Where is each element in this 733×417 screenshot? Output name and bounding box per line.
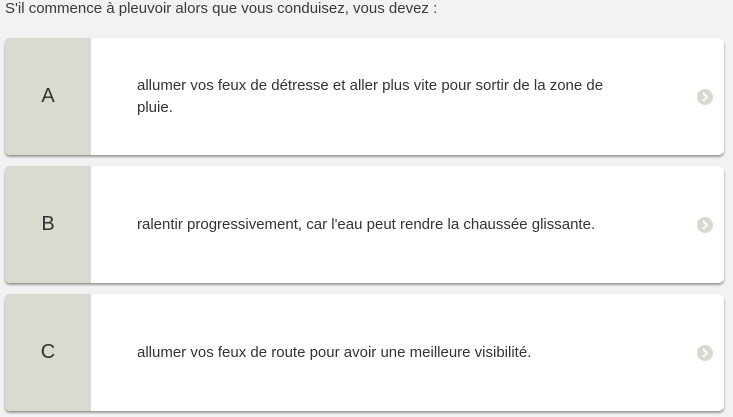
question-text: S'il commence à pleuvoir alors que vous … [5, 0, 438, 17]
option-letter-panel: A [5, 38, 91, 155]
chevron-right-icon [697, 344, 713, 361]
option-letter-panel: B [5, 166, 91, 283]
chevron-right-icon [697, 88, 713, 105]
answer-option-a[interactable]: A allumer vos feux de détresse et aller … [5, 38, 724, 155]
option-letter: C [40, 341, 56, 363]
option-text: ralentir progressivement, car l'eau peut… [137, 215, 596, 233]
option-letter: A [41, 85, 55, 107]
chevron-right-icon [697, 216, 713, 233]
option-letter-panel: C [5, 294, 91, 411]
option-text: allumer vos feux de route pour avoir une… [137, 343, 532, 361]
option-text: allumer vos feux de détresse et aller pl… [137, 76, 604, 116]
option-letter: B [41, 213, 55, 235]
answer-option-b[interactable]: B ralentir progressivement, car l'eau pe… [5, 166, 724, 283]
answer-option-c[interactable]: C allumer vos feux de route pour avoir u… [5, 294, 724, 411]
